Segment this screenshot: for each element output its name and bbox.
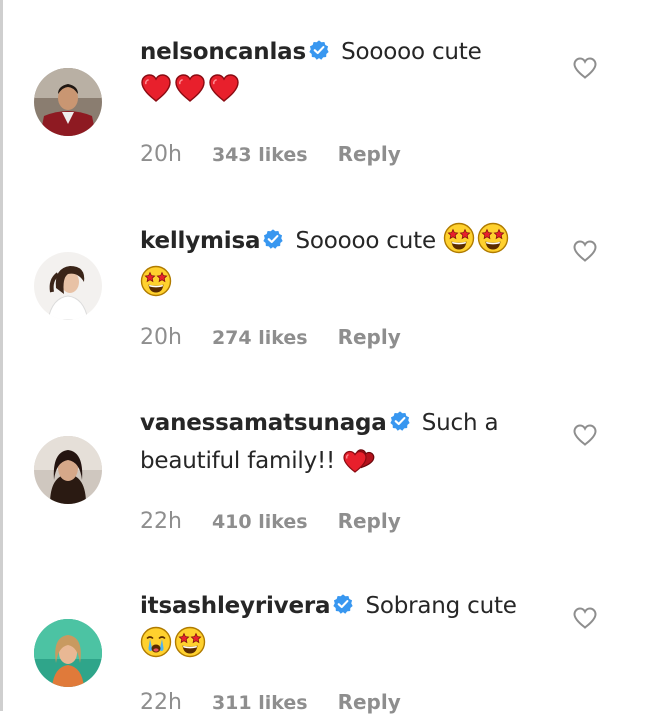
heart-outline-icon[interactable] [572,606,598,630]
verified-badge-icon [389,407,411,443]
comment-likes-count[interactable]: 343 likes [212,144,308,166]
hearts-emoji [342,446,376,485]
comment-body: vanessamatsunaga Such a beautiful family… [140,405,550,485]
comment-timestamp: 20h [140,142,182,167]
comment-body: nelsoncanlas Sooooo cute [140,34,550,114]
comment-text: Such a [421,410,499,436]
star-struck-emoji [443,222,475,265]
comment-username[interactable]: itsashleyrivera [140,593,331,619]
comment-text: Sooooo cute [295,228,436,254]
red-heart-emoji [174,73,206,114]
heart-outline-icon[interactable] [572,423,598,447]
verified-badge-icon [262,225,284,261]
star-struck-emoji [174,626,206,669]
comment-username[interactable]: kellymisa [140,228,261,254]
comment-timestamp: 22h [140,509,182,534]
avatar[interactable] [34,68,102,136]
comment-body: kellymisa Sooooo cute [140,222,550,308]
reply-button[interactable]: Reply [338,509,401,533]
verified-badge-icon [332,590,354,626]
red-heart-emoji [208,73,240,114]
comment-likes-count[interactable]: 410 likes [212,511,308,533]
verified-badge-icon [308,36,330,72]
comment-meta: 22h 410 likes Reply [140,509,401,534]
comment-text: Sobrang cute [365,593,517,619]
comment-body: itsashleyrivera Sobrang cute [140,588,550,669]
comment-username[interactable]: vanessamatsunaga [140,410,387,436]
reply-button[interactable]: Reply [338,325,401,349]
comment-text: beautiful family!! [140,448,336,474]
star-struck-emoji [477,222,509,265]
avatar[interactable] [34,436,102,504]
heart-outline-icon[interactable] [572,239,598,263]
crying-face-emoji [140,626,172,669]
reply-button[interactable]: Reply [338,142,401,166]
reply-button[interactable]: Reply [338,690,401,714]
comment-meta: 22h 311 likes Reply [140,690,401,715]
star-struck-emoji [140,265,172,308]
comment-username[interactable]: nelsoncanlas [140,39,306,65]
comment-timestamp: 22h [140,690,182,715]
left-frame-edge [0,0,3,711]
avatar[interactable] [34,252,102,320]
comment-text: Sooooo cute [341,39,482,65]
red-heart-emoji [140,73,172,114]
comment-likes-count[interactable]: 274 likes [212,327,308,349]
avatar[interactable] [34,619,102,687]
comment-timestamp: 20h [140,325,182,350]
comment-meta: 20h 343 likes Reply [140,142,401,167]
comment-meta: 20h 274 likes Reply [140,325,401,350]
heart-outline-icon[interactable] [572,56,598,80]
